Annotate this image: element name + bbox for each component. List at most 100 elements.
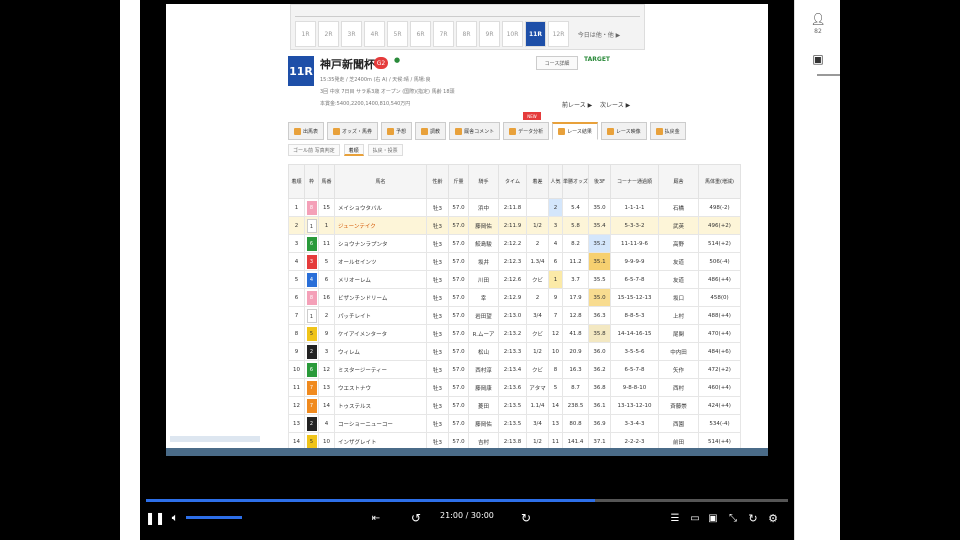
cell-name[interactable]: ジューンテイク	[334, 216, 427, 235]
table-row[interactable]: 12 7 14 トゥステルス 牡3 57.0 菱田 2:13.5 1.1/4 14 238.5 36.…	[288, 396, 741, 415]
cell-jockey[interactable]: 幸	[468, 288, 499, 307]
fullscreen-icon[interactable]: ⤡	[726, 508, 740, 528]
cell-stable[interactable]: 上村	[658, 306, 699, 325]
cell-name[interactable]: メイショウタバル	[334, 198, 427, 217]
table-row[interactable]: 7 1 2 パッチレイト 牡3 57.0 岩田望 2:13.0 3/4 7 12.8 36.3 8-8-…	[288, 306, 741, 325]
cell-stable[interactable]: 中内田	[658, 342, 699, 361]
column-header[interactable]: 厩舎	[658, 164, 699, 199]
tab-8[interactable]: 払戻金	[649, 122, 686, 140]
video-frame[interactable]: 1R 2R 3R 4R 5R 6R 7R 8R 9R 10R 11R 12R 今日は他・他 ▶ 11R …	[166, 4, 768, 456]
tab-4[interactable]: 厩舎コメント	[449, 122, 501, 140]
cell-stable[interactable]: 西村	[658, 378, 699, 397]
subtab-2[interactable]: 払戻・投票	[367, 144, 403, 156]
table-row[interactable]: 2 1 1 ジューンテイク 牡3 57.0 藤岡佑 2:11.9 1/2 3 5.8 35.4 5-3-…	[288, 216, 741, 235]
cell-stable[interactable]: 西園	[658, 414, 699, 433]
forward-icon[interactable]: ↻	[518, 508, 534, 528]
tab-0[interactable]: 出馬表	[288, 122, 325, 140]
cell-name[interactable]: ウィレム	[334, 342, 427, 361]
column-header[interactable]: 性齢	[426, 164, 449, 199]
video-player[interactable]: 1R 2R 3R 4R 5R 6R 7R 8R 9R 10R 11R 12R 今日は他・他 ▶ 11R …	[140, 0, 794, 540]
cell-stable[interactable]: 石橋	[658, 198, 699, 217]
cell-name[interactable]: ショウナンラプンタ	[334, 234, 427, 253]
cell-stable[interactable]: 高野	[658, 234, 699, 253]
like-icon[interactable]: 👤︎	[795, 12, 841, 26]
cell-stable[interactable]: 友道	[658, 270, 699, 289]
column-header[interactable]: コーナー通過順	[610, 164, 659, 199]
cell-name[interactable]: ビザンチンドリーム	[334, 288, 427, 307]
race-tab-7r[interactable]: 7R	[433, 21, 454, 47]
settings-icon[interactable]: ⚙	[766, 508, 780, 528]
cell-jockey[interactable]: 藤岡康	[468, 378, 499, 397]
comment-icon[interactable]: ▣	[795, 52, 841, 66]
chapters-icon[interactable]: ☰	[668, 508, 682, 528]
race-tab-6r[interactable]: 6R	[410, 21, 431, 47]
race-tab-4r[interactable]: 4R	[364, 21, 385, 47]
cell-stable[interactable]: 坂口	[658, 288, 699, 307]
column-header[interactable]: 斤量	[448, 164, 469, 199]
cell-stable[interactable]: 武英	[658, 216, 699, 235]
skip-back-icon[interactable]: ⇤	[368, 508, 384, 528]
cell-name[interactable]: コーショーニューコー	[334, 414, 427, 433]
cell-jockey[interactable]: R.ムーア	[468, 324, 499, 343]
table-row[interactable]: 6 8 16 ビザンチンドリーム 牡3 57.0 幸 2:12.9 2 9 17.9 35.0 15-1…	[288, 288, 741, 307]
cell-jockey[interactable]: 藤岡佑	[468, 414, 499, 433]
table-row[interactable]: 8 5 9 ケイアイメンタータ 牡3 57.0 R.ムーア 2:13.2 クビ 12 41.8 35.…	[288, 324, 741, 343]
column-header[interactable]: 着差	[526, 164, 549, 199]
race-tab-9r[interactable]: 9R	[479, 21, 500, 47]
footer-link[interactable]	[170, 436, 260, 442]
cell-name[interactable]: オールセインツ	[334, 252, 427, 271]
cell-jockey[interactable]: 藤岡佑	[468, 216, 499, 235]
cell-jockey[interactable]: 菱田	[468, 396, 499, 415]
tab-3[interactable]: 調教	[415, 122, 447, 140]
column-header[interactable]: 後3F	[588, 164, 611, 199]
pip-icon[interactable]: ▣	[706, 508, 720, 528]
cell-name[interactable]: トゥステルス	[334, 396, 427, 415]
prev-race-link[interactable]: 前レース ▶	[562, 100, 592, 109]
race-tab-1r[interactable]: 1R	[295, 21, 316, 47]
subtab-1[interactable]: 着順	[343, 144, 364, 156]
progress-bar[interactable]	[146, 499, 788, 502]
cell-stable[interactable]: 斉藤崇	[658, 396, 699, 415]
volume-slider[interactable]	[186, 516, 242, 519]
cell-jockey[interactable]: 西村淳	[468, 360, 499, 379]
table-row[interactable]: 11 7 13 ウエストナウ 牡3 57.0 藤岡康 2:13.6 アタマ 5 8.7 36.8 9-8…	[288, 378, 741, 397]
table-row[interactable]: 1 8 15 メイショウタバル 牡3 57.0 浜中 2:11.8 2 5.4 35.0 1-1-1-…	[288, 198, 741, 217]
column-header[interactable]: 単勝オッズ	[562, 164, 589, 199]
race-tab-11r[interactable]: 11R	[525, 21, 546, 47]
table-row[interactable]: 4 3 5 オールセインツ 牡3 57.0 坂井 2:12.3 1.3/4 6 11.2 35.1 9-…	[288, 252, 741, 271]
subtitles-icon[interactable]: ▭	[688, 508, 702, 528]
next-race-link[interactable]: 次レース ▶	[600, 100, 630, 109]
tab-2[interactable]: 予想	[381, 122, 413, 140]
table-row[interactable]: 9 2 3 ウィレム 牡3 57.0 松山 2:13.3 1/2 10 20.9 36.0 3-5-5-…	[288, 342, 741, 361]
pause-icon[interactable]: ❚❚	[145, 508, 165, 528]
column-header[interactable]: 馬名	[334, 164, 427, 199]
race-tab-10r[interactable]: 10R	[502, 21, 523, 47]
tab-1[interactable]: オッズ・馬券	[327, 122, 379, 140]
replay-icon[interactable]: ↺	[408, 508, 424, 528]
table-row[interactable]: 5 4 6 メリオーレム 牡3 57.0 川田 2:12.6 クビ 1 3.7 35.5 6-5-7-8…	[288, 270, 741, 289]
race-tab-5r[interactable]: 5R	[387, 21, 408, 47]
column-header[interactable]: 馬番	[318, 164, 335, 199]
cell-name[interactable]: メリオーレム	[334, 270, 427, 289]
race-tab-3r[interactable]: 3R	[341, 21, 362, 47]
cell-stable[interactable]: 友道	[658, 252, 699, 271]
tab-7[interactable]: レース映像	[600, 122, 647, 140]
cell-name[interactable]: ミスタージーティー	[334, 360, 427, 379]
column-header[interactable]: 着順	[288, 164, 305, 199]
column-header[interactable]: 人気	[548, 164, 563, 199]
race-tab-2r[interactable]: 2R	[318, 21, 339, 47]
cell-name[interactable]: ウエストナウ	[334, 378, 427, 397]
cell-jockey[interactable]: 岩田望	[468, 306, 499, 325]
cell-jockey[interactable]: 鮫島駿	[468, 234, 499, 253]
cell-name[interactable]: ケイアイメンタータ	[334, 324, 427, 343]
cell-jockey[interactable]: 浜中	[468, 198, 499, 217]
race-tab-8r[interactable]: 8R	[456, 21, 477, 47]
table-row[interactable]: 10 6 12 ミスタージーティー 牡3 57.0 西村淳 2:13.4 クビ 8 16.3 36.2…	[288, 360, 741, 379]
cell-name[interactable]: パッチレイト	[334, 306, 427, 325]
race-tab-12r[interactable]: 12R	[548, 21, 569, 47]
table-row[interactable]: 3 6 11 ショウナンラプンタ 牡3 57.0 鮫島駿 2:12.2 2 4 8.2 35.2 11-…	[288, 234, 741, 253]
column-header[interactable]: 枠	[304, 164, 319, 199]
volume-icon[interactable]: 🔈︎	[168, 508, 182, 528]
cell-jockey[interactable]: 坂井	[468, 252, 499, 271]
cell-stable[interactable]: 尾関	[658, 324, 699, 343]
